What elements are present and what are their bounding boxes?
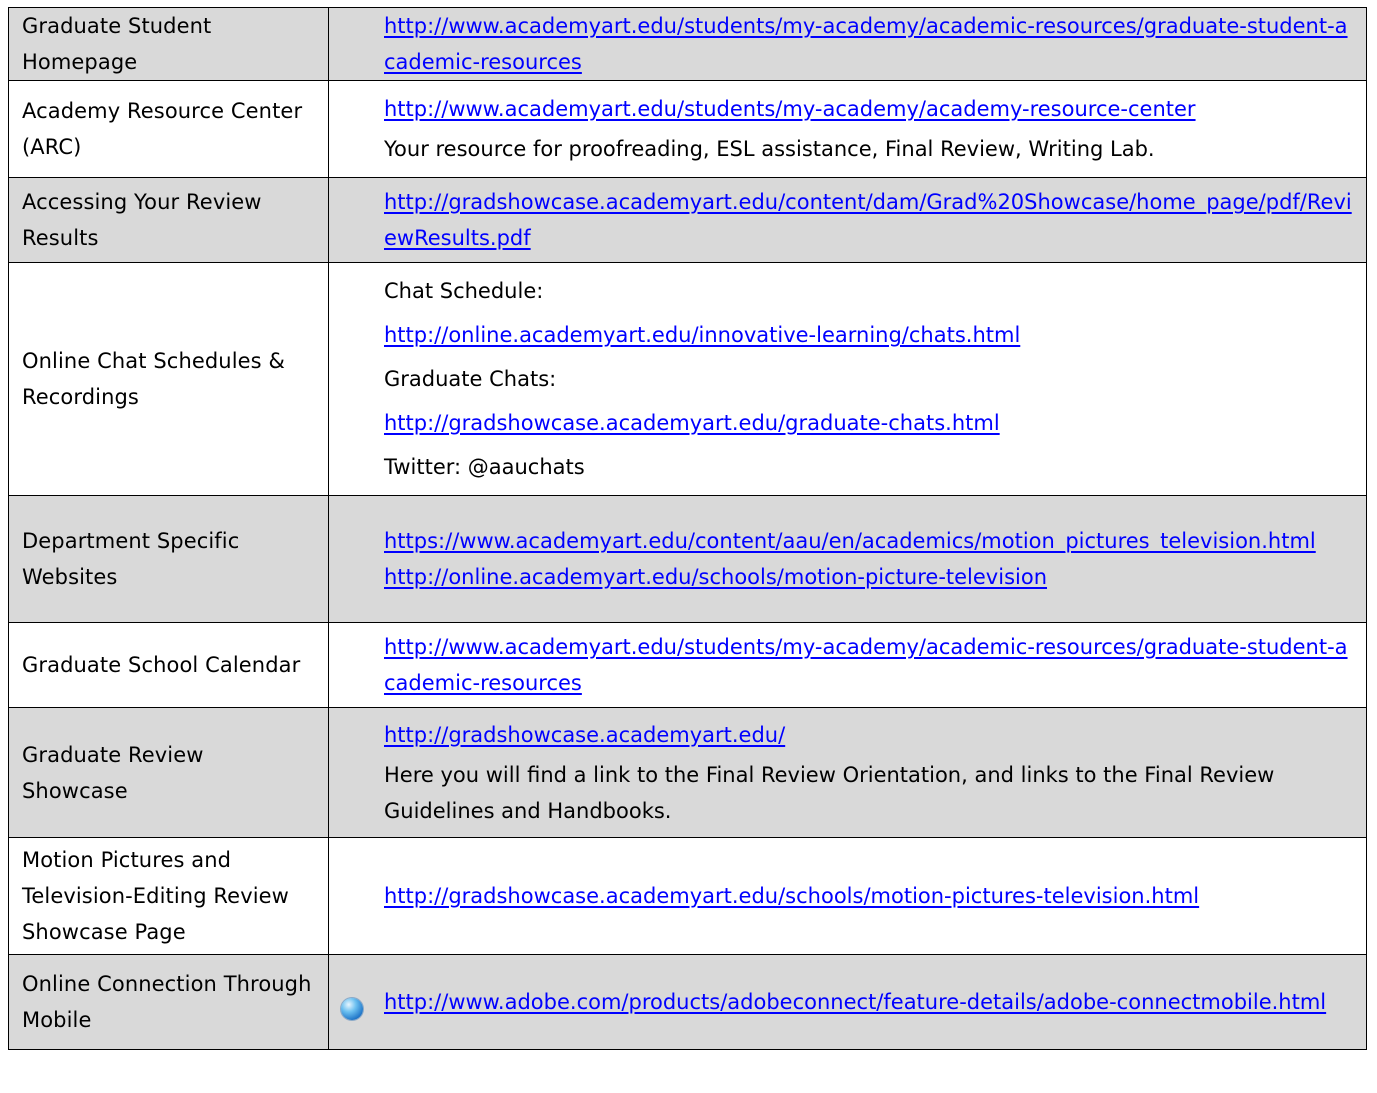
row-label-online-connection-mobile: Online Connection Through Mobile — [8, 954, 329, 1050]
row-content: https://www.academyart.edu/content/aau/e… — [328, 495, 1367, 623]
row-content: http://www.academyart.edu/students/my-ac… — [328, 80, 1367, 178]
motion-pictures-showcase-link[interactable]: http://gradshowcase.academyart.edu/schoo… — [384, 878, 1354, 914]
table-row: Graduate School Calendar http://www.acad… — [8, 622, 1367, 708]
resource-document: Graduate Student Homepage http://www.aca… — [8, 7, 1367, 1050]
table-row: Academy Resource Center (ARC) http://www… — [8, 80, 1367, 178]
row-content: http://gradshowcase.academyart.edu/ Here… — [328, 707, 1367, 838]
row-content: http://www.academyart.edu/students/my-ac… — [328, 622, 1367, 708]
row-label-graduate-review-showcase: Graduate Review Showcase — [8, 707, 329, 838]
table-row: Online Chat Schedules & Recordings Chat … — [8, 262, 1367, 496]
row-label-department-specific-websites: Department Specific Websites — [8, 495, 329, 623]
academy-resource-center-link[interactable]: http://www.academyart.edu/students/my-ac… — [384, 91, 1354, 127]
department-online-link[interactable]: http://online.academyart.edu/schools/mot… — [384, 559, 1354, 595]
row-content: http://gradshowcase.academyart.edu/schoo… — [328, 837, 1367, 955]
graduate-review-showcase-description: Here you will find a link to the Final R… — [384, 762, 1275, 823]
graduate-school-calendar-link[interactable]: http://www.academyart.edu/students/my-ac… — [384, 629, 1354, 701]
graduate-review-showcase-link[interactable]: http://gradshowcase.academyart.edu/ — [384, 717, 1354, 753]
row-label-online-chat-schedules: Online Chat Schedules & Recordings — [8, 262, 329, 496]
table-row: Department Specific Websites https://www… — [8, 495, 1367, 623]
table-row: Online Connection Through Mobile http://… — [8, 954, 1367, 1050]
row-label-academy-resource-center: Academy Resource Center (ARC) — [8, 80, 329, 178]
adobe-connect-mobile-link[interactable]: http://www.adobe.com/products/adobeconne… — [384, 984, 1354, 1020]
table-row: Motion Pictures and Television-Editing R… — [8, 837, 1367, 955]
graduate-chats-link[interactable]: http://gradshowcase.academyart.edu/gradu… — [384, 405, 1354, 441]
chat-schedule-link[interactable]: http://online.academyart.edu/innovative-… — [384, 317, 1354, 353]
table-row: Accessing Your Review Results http://gra… — [8, 177, 1367, 263]
row-content: http://gradshowcase.academyart.edu/conte… — [328, 177, 1367, 263]
row-content: Chat Schedule: http://online.academyart.… — [328, 262, 1367, 496]
row-label-graduate-school-calendar: Graduate School Calendar — [8, 622, 329, 708]
row-content: http://www.adobe.com/products/adobeconne… — [328, 954, 1367, 1050]
resource-table: Graduate Student Homepage http://www.aca… — [8, 7, 1367, 1050]
globe-icon — [341, 998, 363, 1020]
graduate-chats-label: Graduate Chats: — [384, 367, 557, 391]
chat-schedule-label: Chat Schedule: — [384, 279, 544, 303]
academy-resource-center-description: Your resource for proofreading, ESL assi… — [384, 137, 1155, 161]
graduate-student-homepage-link[interactable]: http://www.academyart.edu/students/my-ac… — [384, 8, 1354, 80]
twitter-handle: Twitter: @aauchats — [384, 455, 585, 479]
row-content: http://www.academyart.edu/students/my-ac… — [328, 7, 1367, 81]
row-label-motion-pictures-showcase: Motion Pictures and Television-Editing R… — [8, 837, 329, 955]
row-label-accessing-review-results: Accessing Your Review Results — [8, 177, 329, 263]
review-results-link[interactable]: http://gradshowcase.academyart.edu/conte… — [384, 184, 1354, 256]
table-row: Graduate Review Showcase http://gradshow… — [8, 707, 1367, 838]
table-row: Graduate Student Homepage http://www.aca… — [8, 7, 1367, 81]
department-website-link[interactable]: https://www.academyart.edu/content/aau/e… — [384, 523, 1354, 559]
row-label-graduate-student-homepage: Graduate Student Homepage — [8, 7, 329, 81]
